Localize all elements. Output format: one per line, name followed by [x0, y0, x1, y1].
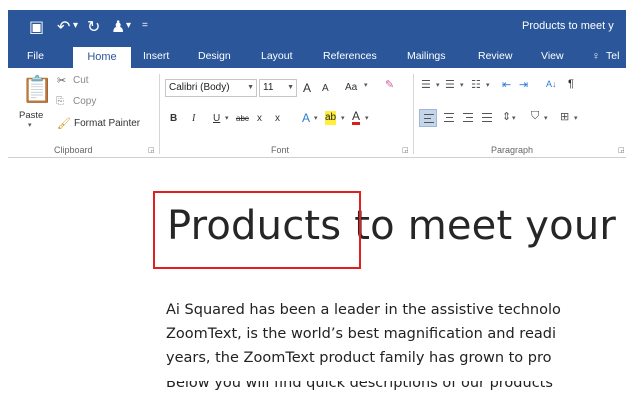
copy-icon[interactable]: ⎘: [56, 96, 64, 107]
touch-mode-icon[interactable]: ♟: [111, 17, 125, 37]
group-separator: [159, 74, 160, 154]
paragraph-launcher-icon[interactable]: ◲: [618, 146, 625, 154]
customize-icon[interactable]: =: [142, 20, 148, 31]
undo-dropdown-icon[interactable]: ▾: [73, 20, 78, 31]
redo-icon[interactable]: ↻: [87, 17, 100, 37]
chevron-down-icon: ▼: [287, 84, 294, 91]
line-spacing-icon[interactable]: ⇕: [502, 110, 511, 123]
chevron-down-icon[interactable]: ▾: [364, 81, 368, 89]
align-right-button[interactable]: [459, 109, 477, 127]
bullets-icon[interactable]: ☰: [421, 78, 431, 91]
font-name-dropdown[interactable]: Calibri (Body) ▼: [165, 79, 257, 97]
text-effects-button[interactable]: A: [302, 109, 310, 127]
tab-home[interactable]: Home: [73, 47, 131, 68]
shrink-font-button[interactable]: A: [322, 80, 329, 98]
word-window: ▣ ↶ ▾ ↻ ♟ ▾ = Products to meet y File Ho…: [0, 0, 626, 396]
show-formatting-button[interactable]: ¶: [568, 78, 574, 90]
font-size-dropdown[interactable]: 11 ▼: [259, 79, 297, 97]
clear-formatting-icon[interactable]: ✎: [385, 78, 394, 91]
format-painter-icon[interactable]: 🖌: [57, 117, 71, 130]
paragraph-line[interactable]: Below you will find quick descriptions o…: [166, 381, 553, 396]
align-left-button[interactable]: [419, 109, 437, 127]
tab-mailings[interactable]: Mailings: [407, 50, 446, 62]
cut-icon[interactable]: ✂: [57, 74, 66, 87]
chevron-down-icon[interactable]: ▾: [512, 114, 516, 122]
paste-label[interactable]: Paste: [19, 110, 43, 121]
chevron-down-icon[interactable]: ▾: [460, 81, 464, 89]
format-painter-label[interactable]: Format Painter: [74, 118, 140, 129]
tab-layout[interactable]: Layout: [261, 50, 293, 62]
touch-dropdown-icon[interactable]: ▾: [126, 20, 131, 31]
highlight-box: [153, 191, 361, 269]
group-separator: [413, 74, 414, 154]
justify-button[interactable]: [478, 109, 496, 127]
document-title: Products to meet y: [522, 20, 614, 32]
decrease-indent-icon[interactable]: ⇤: [502, 78, 511, 91]
window-left-edge: [0, 10, 8, 396]
paragraph-line[interactable]: years, the ZoomText product family has g…: [166, 350, 552, 366]
chevron-down-icon[interactable]: ▾: [225, 114, 229, 122]
italic-button[interactable]: I: [192, 110, 195, 128]
bold-button[interactable]: B: [170, 110, 177, 128]
tell-me-icon[interactable]: ♀: [592, 50, 600, 62]
paragraph-group-label: Paragraph: [491, 145, 534, 155]
tab-view[interactable]: View: [541, 50, 564, 62]
tab-tell-me[interactable]: Tel: [606, 50, 619, 62]
underline-button[interactable]: U: [213, 110, 220, 128]
paragraph-line[interactable]: Ai Squared has been a leader in the assi…: [166, 302, 561, 318]
multilevel-list-icon[interactable]: ☷: [471, 78, 481, 91]
chevron-down-icon[interactable]: ▾: [365, 114, 369, 122]
font-group-label: Font: [271, 145, 290, 155]
tab-file[interactable]: File: [27, 50, 44, 62]
chevron-down-icon[interactable]: ▾: [574, 114, 578, 122]
increase-indent-icon[interactable]: ⇥: [519, 78, 528, 91]
align-center-button[interactable]: [440, 109, 458, 127]
grow-font-button[interactable]: A: [303, 79, 311, 97]
chevron-down-icon[interactable]: ▾: [486, 81, 490, 89]
numbering-icon[interactable]: ☰: [445, 78, 455, 91]
clipboard-group-label: Clipboard: [54, 145, 93, 155]
clipboard-launcher-icon[interactable]: ◲: [148, 146, 155, 154]
font-size-value: 11: [263, 82, 274, 93]
paste-icon[interactable]: 📋: [21, 74, 53, 105]
copy-label[interactable]: Copy: [73, 96, 96, 107]
tab-insert[interactable]: Insert: [143, 50, 169, 62]
font-color-button[interactable]: A: [352, 108, 361, 125]
save-icon[interactable]: ▣: [29, 17, 44, 37]
strikethrough-button[interactable]: abc: [236, 110, 249, 128]
shading-icon[interactable]: ⛉: [531, 110, 539, 123]
paragraph-line[interactable]: ZoomText, is the world’s best magnificat…: [166, 326, 556, 342]
chevron-down-icon[interactable]: ▾: [341, 114, 345, 122]
undo-icon[interactable]: ↶: [57, 17, 70, 37]
chevron-down-icon: ▼: [247, 84, 254, 91]
subscript-button[interactable]: x: [257, 110, 262, 128]
borders-icon[interactable]: ⊞: [560, 110, 569, 123]
highlight-color-button[interactable]: ab: [325, 111, 337, 125]
cut-label[interactable]: Cut: [73, 75, 89, 86]
tab-references[interactable]: References: [323, 50, 377, 62]
tab-review[interactable]: Review: [478, 50, 512, 62]
font-launcher-icon[interactable]: ◲: [402, 146, 409, 154]
tab-design[interactable]: Design: [198, 50, 231, 62]
superscript-button[interactable]: x: [275, 110, 280, 128]
sort-button[interactable]: A↓: [546, 79, 557, 89]
change-case-button[interactable]: Aa: [345, 79, 357, 97]
chevron-down-icon[interactable]: ▾: [544, 114, 548, 122]
paste-dropdown-icon[interactable]: ▾: [28, 121, 32, 129]
chevron-down-icon[interactable]: ▾: [436, 81, 440, 89]
chevron-down-icon[interactable]: ▾: [314, 114, 318, 122]
font-name-value: Calibri (Body): [169, 82, 230, 93]
